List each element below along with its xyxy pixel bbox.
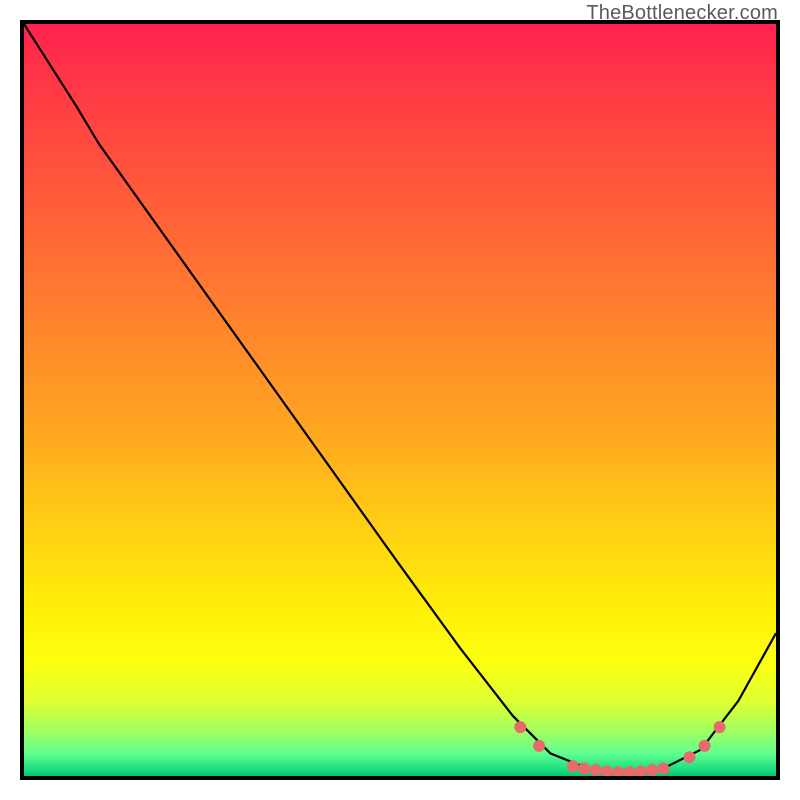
chart-container: TheBottlenecker.com [0,0,800,800]
plot-gradient-background [24,24,776,776]
watermark-text: TheBottlenecker.com [586,2,778,25]
